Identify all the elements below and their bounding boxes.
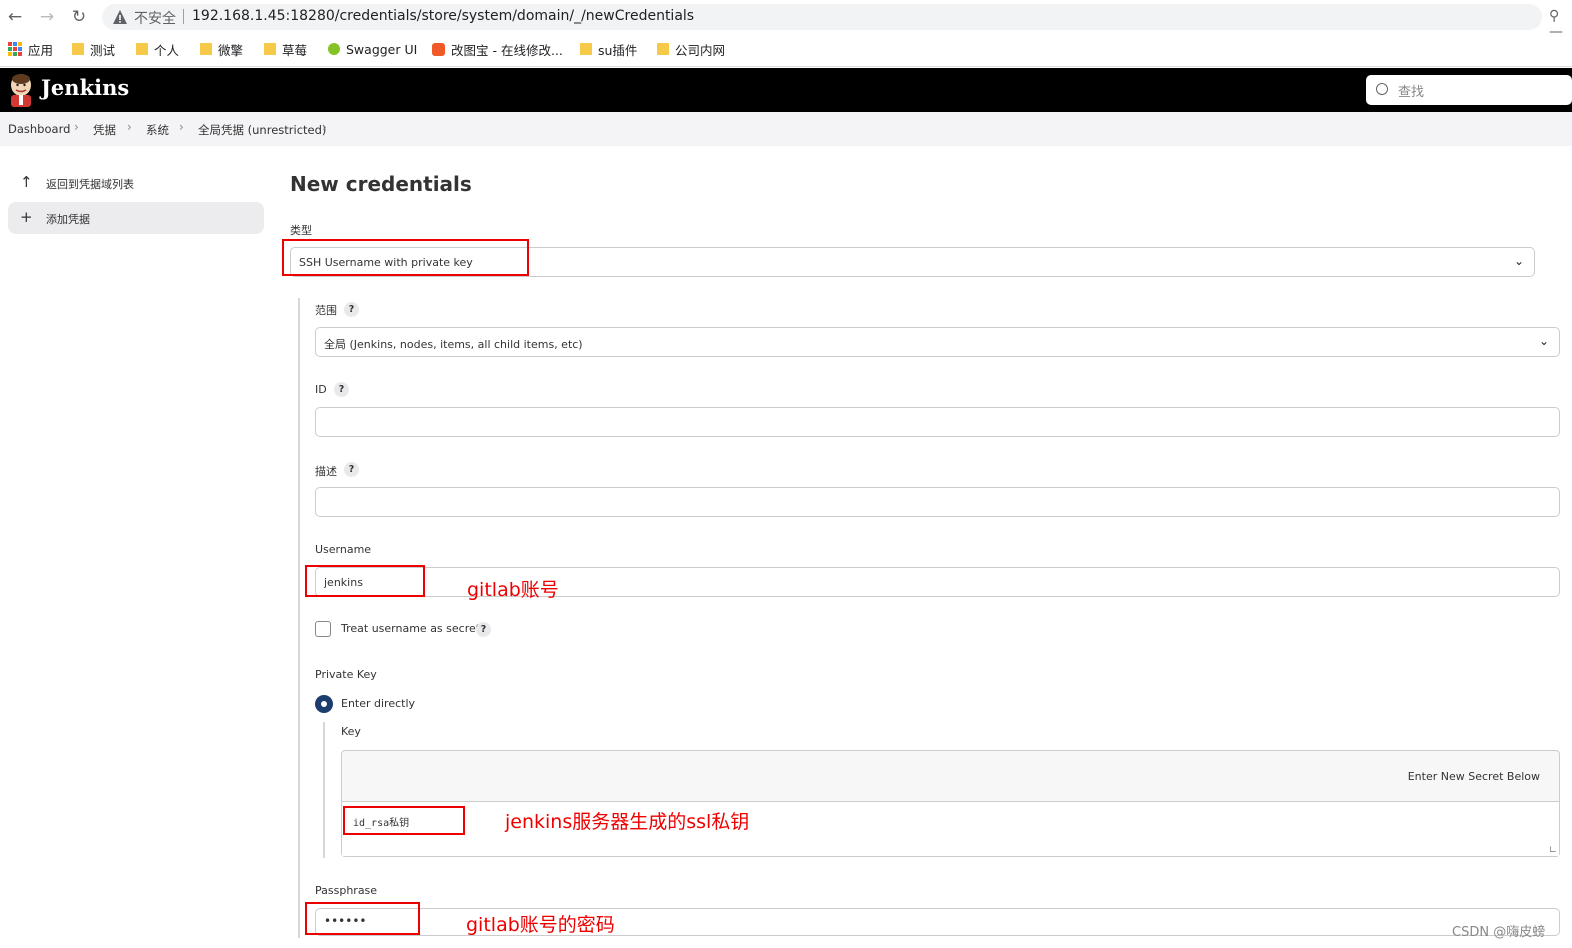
scope-value: 全局 (Jenkins, nodes, items, all child ite… bbox=[324, 338, 583, 351]
arrow-up-icon: ↑ bbox=[20, 173, 33, 191]
back-arrow-icon[interactable]: ← bbox=[4, 6, 26, 28]
bookmark-label: Swagger UI bbox=[346, 41, 418, 57]
passphrase-annotation: gitlab账号的密码 bbox=[466, 914, 615, 936]
apps-grid-icon bbox=[8, 42, 22, 56]
forward-arrow-icon[interactable]: → bbox=[36, 6, 58, 28]
bookmark-swagger[interactable]: Swagger UI bbox=[328, 40, 417, 58]
description-input[interactable] bbox=[315, 487, 1560, 517]
bookmark-folder[interactable]: su插件 bbox=[580, 40, 637, 58]
highlight-box bbox=[305, 902, 420, 935]
jenkins-header bbox=[0, 68, 1572, 112]
chevron-down-icon: ⌄ bbox=[1538, 334, 1549, 348]
section-indent-line bbox=[323, 722, 325, 858]
help-icon[interactable]: ? bbox=[344, 302, 359, 317]
chevron-down-icon: ⌄ bbox=[1513, 254, 1524, 268]
plus-icon: + bbox=[20, 208, 33, 226]
jenkins-logo-icon[interactable] bbox=[8, 73, 34, 107]
key-textarea[interactable]: Enter New Secret Below id_rsa私钥 ∟ bbox=[341, 750, 1560, 857]
highlight-box bbox=[343, 806, 465, 835]
chevron-right-icon: › bbox=[127, 120, 132, 134]
bookmark-label: 草莓 bbox=[282, 42, 308, 58]
key-label: Key bbox=[341, 725, 361, 738]
private-key-label: Private Key bbox=[315, 668, 377, 681]
highlight-box bbox=[305, 565, 425, 597]
resize-handle-icon[interactable]: ∟ bbox=[1549, 845, 1557, 856]
bookmark-gaitubao[interactable]: 改图宝 - 在线修改... bbox=[432, 40, 563, 58]
help-icon[interactable]: ? bbox=[476, 622, 491, 637]
treat-secret-checkbox[interactable] bbox=[315, 621, 331, 637]
key-annotation: jenkins服务器生成的ssl私钥 bbox=[505, 811, 750, 833]
folder-icon bbox=[200, 43, 212, 55]
scope-label: 范围 bbox=[315, 304, 337, 317]
url-text[interactable]: 192.168.1.45:18280/credentials/store/sys… bbox=[192, 8, 694, 24]
key-hint: Enter New Secret Below bbox=[1407, 770, 1540, 783]
bookmark-folder[interactable]: 测试 bbox=[72, 40, 115, 58]
warning-icon bbox=[113, 10, 127, 24]
search-icon bbox=[1376, 83, 1388, 95]
bookmark-label: 应用 bbox=[28, 42, 54, 58]
bookmark-label: 公司内网 bbox=[675, 42, 726, 58]
folder-icon bbox=[72, 43, 84, 55]
bookmark-folder[interactable]: 公司内网 bbox=[657, 40, 725, 58]
bookmark-folder[interactable]: 草莓 bbox=[264, 40, 307, 58]
search-input[interactable] bbox=[1366, 75, 1572, 105]
id-input[interactable] bbox=[315, 407, 1560, 437]
bookmark-label: 测试 bbox=[90, 42, 116, 58]
help-icon[interactable]: ? bbox=[344, 462, 359, 477]
reload-icon[interactable]: ↻ bbox=[68, 6, 90, 28]
bookmark-label: su插件 bbox=[598, 42, 638, 58]
bookmark-folder[interactable]: 微擎 bbox=[200, 40, 243, 58]
sidebar-item-label: 添加凭据 bbox=[46, 213, 90, 226]
bookmark-apps[interactable]: 应用 bbox=[8, 40, 53, 58]
breadcrumb-item[interactable]: Dashboard bbox=[8, 122, 70, 136]
folder-icon bbox=[580, 43, 592, 55]
sidebar-item-label: 返回到凭据域列表 bbox=[46, 178, 134, 191]
enter-directly-radio[interactable] bbox=[315, 695, 333, 713]
description-label: 描述 bbox=[315, 465, 337, 478]
gaitubao-icon bbox=[432, 42, 445, 56]
search-placeholder: 查找 bbox=[1398, 85, 1425, 100]
chevron-right-icon: › bbox=[322, 120, 327, 134]
folder-icon bbox=[657, 43, 669, 55]
section-indent-line bbox=[298, 298, 300, 938]
scope-select[interactable]: 全局 (Jenkins, nodes, items, all child ite… bbox=[315, 327, 1560, 357]
insecure-label: 不安全 bbox=[134, 11, 176, 27]
bookmark-label: 改图宝 - 在线修改... bbox=[451, 42, 563, 58]
folder-icon bbox=[264, 43, 276, 55]
chevron-right-icon: › bbox=[74, 120, 79, 134]
highlight-box bbox=[282, 239, 529, 276]
passphrase-label: Passphrase bbox=[315, 884, 378, 897]
enter-directly-label: Enter directly bbox=[341, 697, 416, 710]
swagger-icon bbox=[328, 43, 340, 55]
url-separator bbox=[183, 9, 184, 24]
breadcrumb-item[interactable]: 系统 bbox=[146, 122, 169, 138]
jenkins-title[interactable]: Jenkins bbox=[41, 75, 129, 100]
id-label: ID bbox=[315, 383, 327, 396]
bookmark-folder[interactable]: 个人 bbox=[136, 40, 179, 58]
help-icon[interactable]: ? bbox=[334, 382, 349, 397]
bookmark-label: 个人 bbox=[154, 42, 180, 58]
bookmark-label: 微擎 bbox=[218, 42, 244, 58]
treat-secret-label: Treat username as secret bbox=[341, 622, 481, 635]
username-annotation: gitlab账号 bbox=[467, 579, 559, 601]
sidebar-item-add-credentials[interactable]: + 添加凭据 bbox=[8, 202, 264, 234]
page-title: New credentials bbox=[290, 172, 472, 196]
kind-label: 类型 bbox=[290, 224, 312, 237]
watermark: CSDN @嗨皮螃 bbox=[1452, 925, 1546, 940]
breadcrumb-item[interactable]: 全局凭据 (unrestricted) bbox=[198, 122, 326, 138]
breadcrumb-item[interactable]: 凭据 bbox=[93, 122, 116, 138]
username-label: Username bbox=[315, 543, 372, 556]
sidebar-item-back[interactable]: ↑ 返回到凭据域列表 bbox=[8, 167, 264, 199]
folder-icon bbox=[136, 43, 148, 55]
chevron-right-icon: › bbox=[179, 120, 184, 134]
